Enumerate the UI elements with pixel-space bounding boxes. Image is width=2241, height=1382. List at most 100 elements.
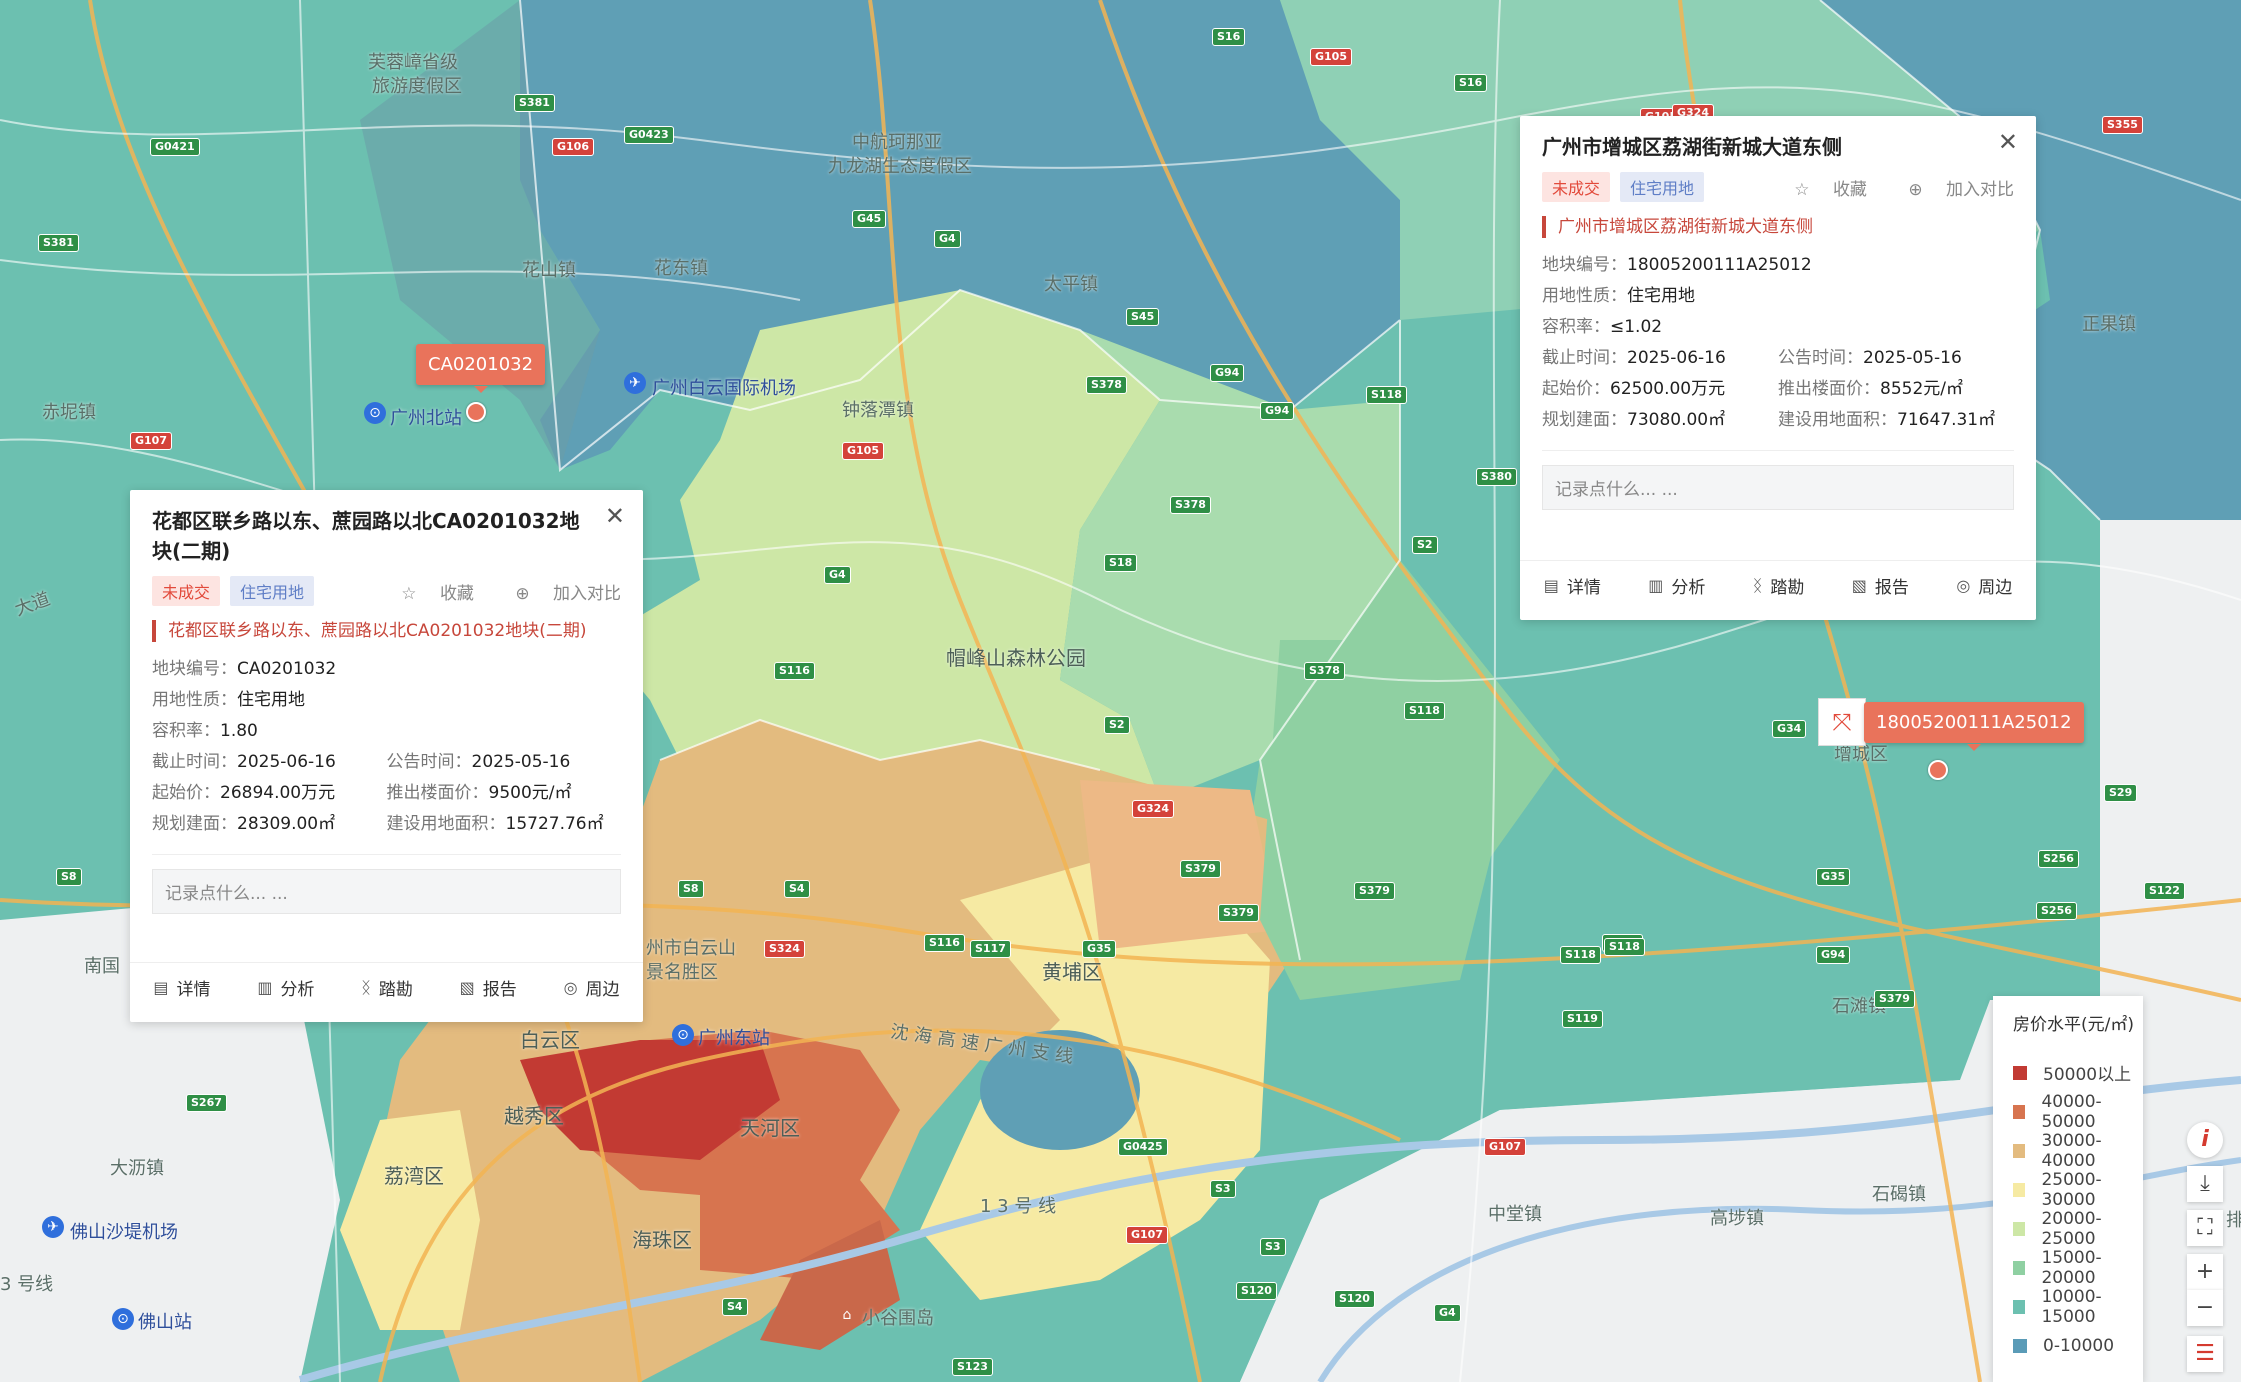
- place-zhongtang: 中堂镇: [1488, 1204, 1542, 1225]
- legend-swatch: [2013, 1338, 2027, 1353]
- plot-marker-right-label[interactable]: 18005200111A25012: [1864, 702, 2084, 751]
- road-shield: G105: [842, 442, 884, 460]
- star-icon: ☆: [401, 583, 417, 604]
- legend-swatch: [2013, 1221, 2026, 1236]
- zoom-in-button[interactable]: +: [2187, 1254, 2223, 1290]
- legend-item[interactable]: 15000-20000: [2013, 1248, 2143, 1288]
- plus-circle-icon: ⊕: [515, 583, 530, 604]
- train-station-icon: ⊙: [672, 1024, 694, 1046]
- land-use-value: 住宅用地: [1627, 286, 1695, 306]
- survey-button[interactable]: ᛝ 踏勘: [361, 975, 413, 1000]
- road-shield: S16: [1212, 28, 1246, 46]
- legend-item[interactable]: 0-10000: [2013, 1326, 2143, 1365]
- plot-no-value: 18005200111A25012: [1627, 255, 1812, 275]
- zoom-out-button[interactable]: −: [2187, 1290, 2223, 1326]
- far-value: 1.80: [220, 721, 258, 741]
- road-shield: G35: [1082, 940, 1117, 958]
- legend-item[interactable]: 30000-40000: [2013, 1131, 2143, 1171]
- place-pai: 排: [2226, 1210, 2241, 1231]
- place-jiulonghu: 九龙湖生态度假区: [828, 156, 972, 177]
- notice-value: 2025-05-16: [1863, 348, 1962, 368]
- legend-item[interactable]: 10000-15000: [2013, 1287, 2143, 1327]
- road-shield: S8: [678, 880, 704, 898]
- train-station-icon: ⊙: [364, 402, 386, 424]
- report-button[interactable]: ▧ 报告: [460, 975, 517, 1000]
- close-icon[interactable]: ✕: [1998, 130, 2018, 154]
- nearby-button[interactable]: ◎ 周边: [1956, 573, 2012, 598]
- road-shield: S380: [1476, 468, 1517, 486]
- bar-chart-icon: ▥: [257, 977, 273, 997]
- nearby-button[interactable]: ◎ 周边: [564, 975, 620, 1000]
- info-icon[interactable]: i: [2187, 1122, 2223, 1158]
- road-shield: G107: [1484, 1138, 1526, 1156]
- legend-item[interactable]: 40000-50000: [2013, 1092, 2143, 1132]
- poi-guangzhou-east[interactable]: 广州东站: [698, 1024, 770, 1050]
- legend-item[interactable]: 20000-25000: [2013, 1209, 2143, 1249]
- start-price-label: 起始价：: [152, 783, 220, 803]
- locate-plot-icon[interactable]: ⤧: [1818, 698, 1866, 746]
- plot-marker-left-label[interactable]: CA0201032: [416, 344, 546, 393]
- deadline-value: 2025-06-16: [1627, 348, 1726, 368]
- close-icon[interactable]: ✕: [605, 504, 625, 528]
- plan-area-value: 28309.00㎡: [237, 814, 336, 834]
- favorite-button[interactable]: ☆ 收藏: [1776, 180, 1867, 200]
- place-chini: 赤坭镇: [42, 402, 96, 423]
- legend-item[interactable]: 50000以上: [2013, 1053, 2143, 1092]
- land-use-label: 用地性质：: [152, 690, 237, 710]
- survey-button[interactable]: ᛝ 踏勘: [1753, 573, 1805, 598]
- legend-swatch: [2013, 1299, 2026, 1314]
- road-shield: G94: [1816, 946, 1851, 964]
- add-compare-button[interactable]: ⊕ 加入对比: [497, 584, 621, 604]
- poi-baiyun-airport[interactable]: 广州白云国际机场: [652, 374, 796, 400]
- road-shield: G107: [130, 432, 172, 450]
- place-zhonghang: 中航珂那亚: [852, 132, 942, 153]
- note-input[interactable]: 记录点什么... ...: [152, 869, 621, 914]
- place-line3: 3 号线: [0, 1274, 54, 1295]
- road-shield: S2: [1412, 536, 1438, 554]
- place-huashan: 花山镇: [522, 260, 576, 281]
- poi-foshan-station[interactable]: 佛山站: [138, 1308, 192, 1334]
- poi-xiaoguwei[interactable]: 小谷围岛: [862, 1304, 934, 1330]
- far-label: 容积率：: [152, 721, 220, 741]
- place-zhongluotan: 钟落潭镇: [842, 400, 914, 421]
- road-shield: S120: [1236, 1282, 1277, 1300]
- road-shield: S381: [514, 94, 555, 112]
- fullscreen-icon[interactable]: ⛶: [2187, 1210, 2223, 1246]
- note-input[interactable]: 记录点什么... ...: [1542, 465, 2014, 510]
- road-shield: S122: [2144, 882, 2185, 900]
- place-gaobu: 高埗镇: [1710, 1208, 1764, 1229]
- add-compare-button[interactable]: ⊕ 加入对比: [1890, 180, 2014, 200]
- poi-shadi-airport[interactable]: 佛山沙堤机场: [70, 1218, 178, 1244]
- road-shield: S120: [1334, 1290, 1375, 1308]
- legend-item[interactable]: 25000-30000: [2013, 1170, 2143, 1210]
- legend-title: 房价水平(元/㎡): [2013, 1015, 2134, 1035]
- deadline-value: 2025-06-16: [237, 752, 336, 772]
- analysis-button[interactable]: ▥ 分析: [1648, 573, 1705, 598]
- road-shield: G4: [934, 230, 961, 248]
- report-button[interactable]: ▧ 报告: [1852, 573, 1909, 598]
- floor-price-value: 9500元/㎡: [488, 783, 572, 803]
- plot-marker-right-dot[interactable]: [1928, 760, 1948, 780]
- price-legend: 房价水平(元/㎡) 50000以上 40000-50000 30000-40000 2…: [1993, 996, 2143, 1382]
- airport-icon: ✈: [42, 1216, 64, 1238]
- road-shield: G4: [1434, 1304, 1461, 1322]
- road-shield: S378: [1170, 496, 1211, 514]
- detail-button[interactable]: ▤ 详情: [153, 975, 210, 1000]
- radar-icon: ◎: [563, 977, 578, 997]
- deadline-label: 截止时间：: [152, 752, 237, 772]
- notice-value: 2025-05-16: [471, 752, 571, 772]
- detail-button[interactable]: ▤ 详情: [1544, 573, 1601, 598]
- floor-price-label: 推出楼面价：: [1778, 379, 1880, 399]
- download-icon[interactable]: ⤓: [2187, 1166, 2223, 1202]
- bar-chart-icon: ▥: [1648, 575, 1664, 595]
- report-icon: ▧: [1851, 575, 1867, 595]
- favorite-button[interactable]: ☆ 收藏: [383, 584, 474, 604]
- plot-marker-left-dot[interactable]: [466, 402, 486, 422]
- plot-no-label: 地块编号：: [152, 659, 237, 679]
- poi-guangzhou-north[interactable]: 广州北站: [390, 404, 462, 430]
- status-badge: 未成交: [1542, 172, 1611, 202]
- road-shield: S16: [1454, 74, 1488, 92]
- road-shield: S118: [1404, 702, 1445, 720]
- analysis-button[interactable]: ▥ 分析: [257, 975, 314, 1000]
- layer-list-icon[interactable]: ☰: [2187, 1336, 2223, 1372]
